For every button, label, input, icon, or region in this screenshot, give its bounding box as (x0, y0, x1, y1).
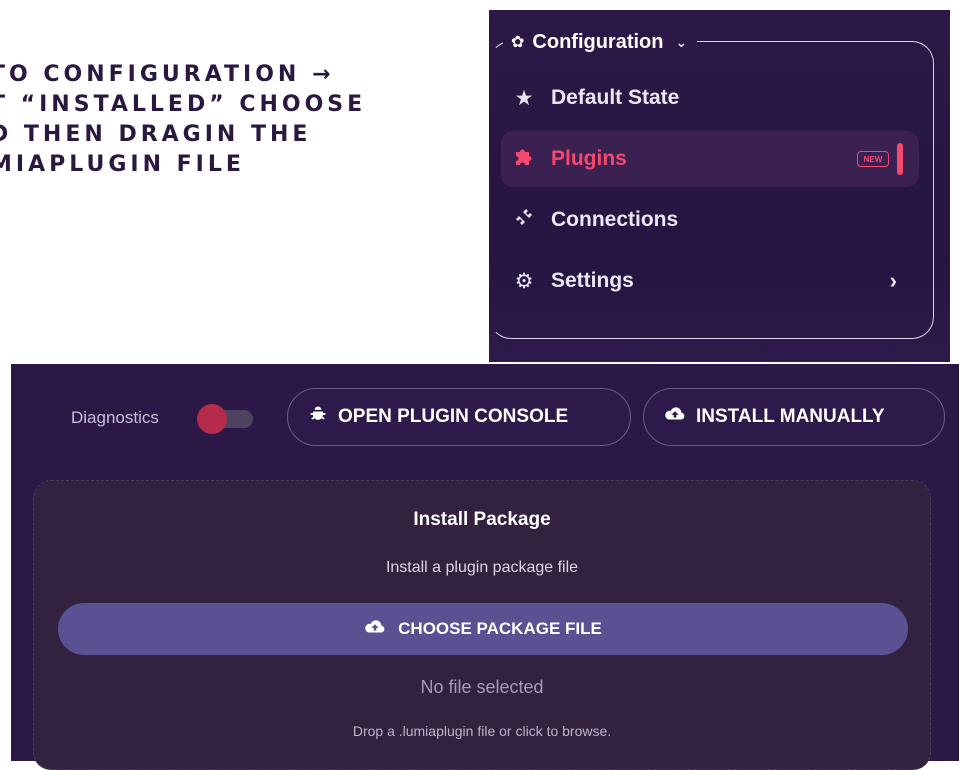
configuration-title: Configuration (532, 30, 664, 53)
diagnostics-label: Diagnostics (71, 408, 159, 427)
plug-icon (511, 205, 537, 235)
gear-icon: ⚙ (514, 269, 534, 293)
puzzle-icon (511, 144, 537, 174)
menu-item-default-state[interactable]: ★ Default State (501, 70, 919, 126)
menu-item-label: Connections (551, 208, 679, 231)
cloud-upload-icon (364, 618, 386, 641)
chevron-down-icon: ⌄ (675, 33, 688, 50)
menu-item-plugins[interactable]: Plugins NEW (501, 131, 919, 187)
file-status-text: No file selected (420, 677, 544, 697)
choose-package-file-button[interactable]: CHOOSE PACKAGE FILE (58, 603, 908, 655)
menu-item-label: Default State (551, 86, 680, 109)
menu-item-connections[interactable]: Connections (501, 192, 919, 248)
instruction-line-1: TO CONFIGURATION → (0, 62, 335, 87)
menu-item-label: Settings (551, 269, 634, 292)
instruction-line-3: D THEN DRAGIN THE (0, 122, 312, 147)
install-manually-button[interactable]: INSTALL MANUALLY (643, 388, 945, 446)
new-badge: NEW (857, 151, 889, 167)
bug-icon (308, 404, 328, 430)
install-package-title: Install Package (413, 509, 551, 530)
active-indicator (897, 143, 903, 175)
configuration-menu-panel: ✿ Configuration ⌄ ★ Default State Plugin… (489, 10, 950, 362)
install-manually-label: INSTALL MANUALLY (696, 406, 885, 427)
gear-icon: ✿ (511, 34, 525, 51)
instruction-line-4: MIAPLUGIN FILE (0, 152, 245, 177)
choose-package-label: CHOOSE PACKAGE FILE (398, 619, 602, 638)
chevron-right-icon: › (889, 268, 897, 293)
diagnostics-toggle[interactable] (197, 404, 255, 434)
instruction-text: TO CONFIGURATION → T “INSTALLED” CHOOSE … (0, 60, 450, 180)
star-icon: ★ (514, 86, 534, 110)
open-console-label: OPEN PLUGIN CONSOLE (338, 406, 569, 427)
install-package-subtitle: Install a plugin package file (385, 559, 579, 576)
package-dropzone[interactable]: Install Package Install a plugin package… (33, 480, 931, 770)
open-plugin-console-button[interactable]: OPEN PLUGIN CONSOLE (287, 388, 631, 446)
plugin-panel: Diagnostics OPEN PLUGIN CONSOLE INSTALL … (11, 364, 959, 770)
instruction-line-2: T “INSTALLED” CHOOSE (0, 92, 367, 117)
menu-item-settings[interactable]: ⚙ Settings › (501, 253, 919, 309)
toggle-knob (197, 404, 227, 434)
menu-item-label: Plugins (551, 147, 627, 170)
configuration-menu-header[interactable]: ✿ Configuration ⌄ (503, 26, 698, 58)
dropzone-hint: Drop a .lumiaplugin file or click to bro… (352, 723, 612, 739)
cloud-upload-icon (664, 405, 686, 429)
